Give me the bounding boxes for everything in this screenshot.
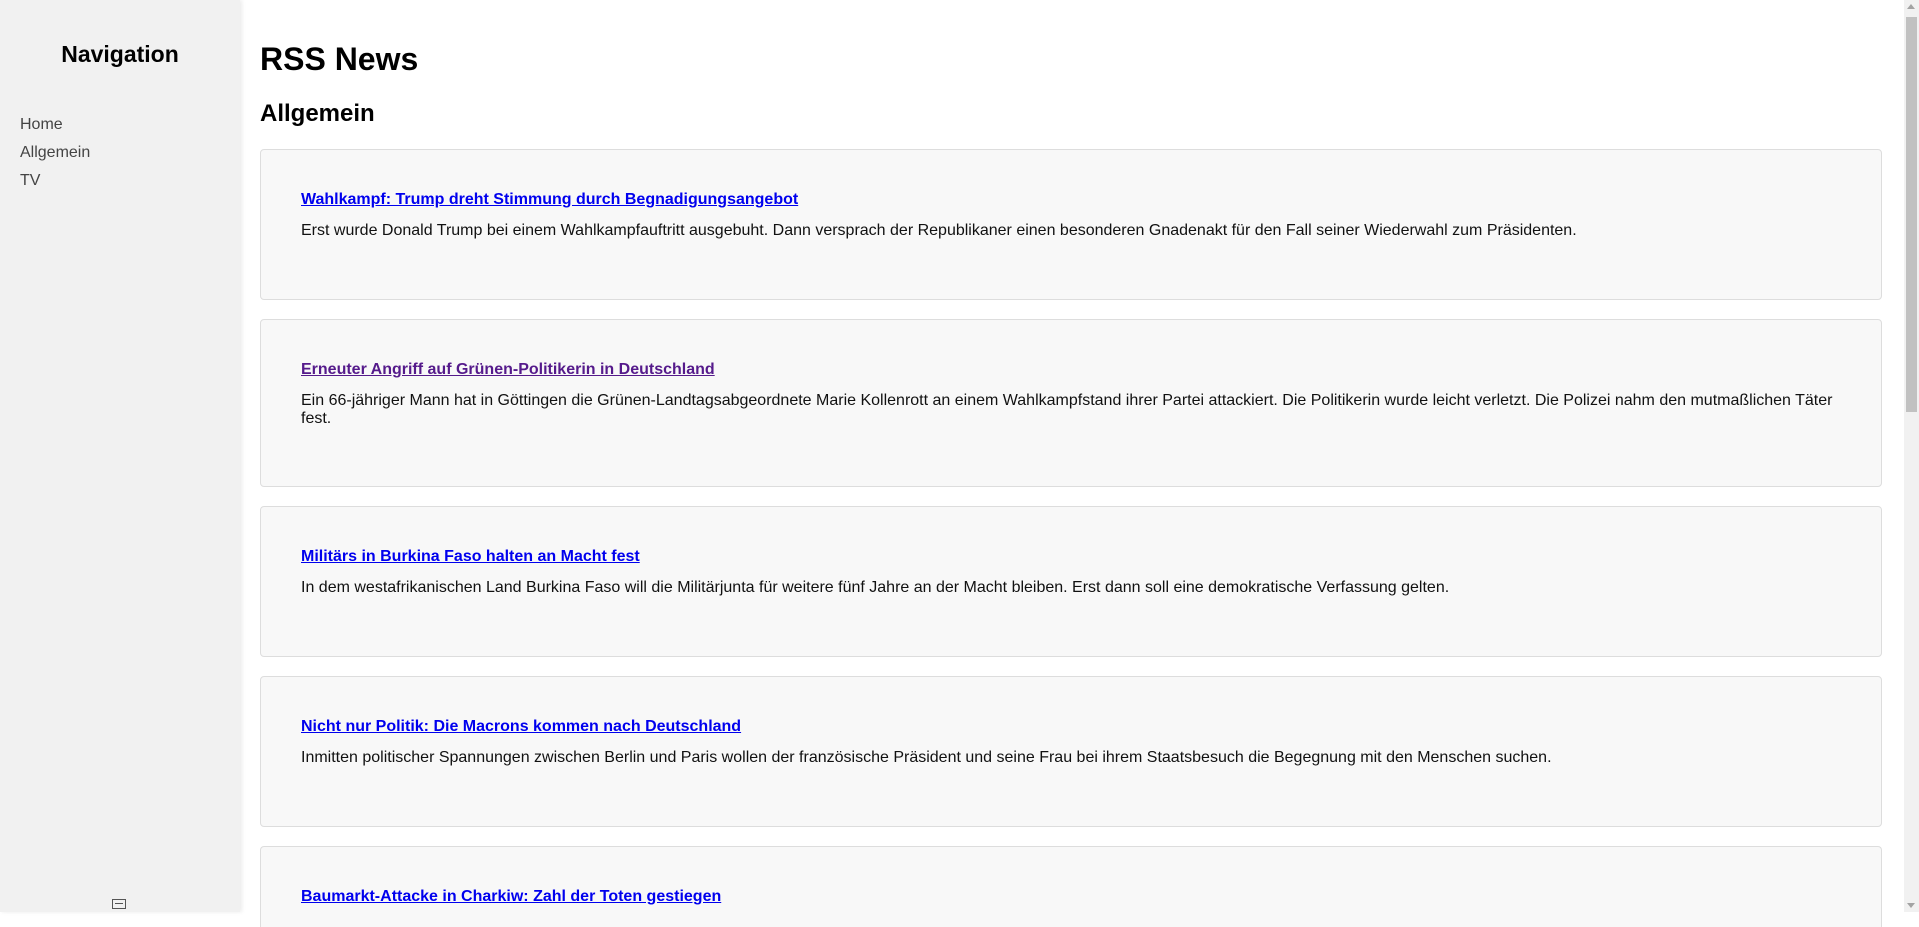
article-link[interactable]: Baumarkt-Attacke in Charkiw: Zahl der To… bbox=[301, 887, 1841, 907]
vertical-scrollbar[interactable] bbox=[1904, 0, 1919, 912]
article-card: Erneuter Angriff auf Grünen-Politikerin … bbox=[260, 319, 1882, 487]
article-summary: Inmitten politischer Spannungen zwischen… bbox=[301, 749, 1552, 766]
page-title: RSS News bbox=[260, 41, 419, 77]
article-link[interactable]: Nicht nur Politik: Die Macrons kommen na… bbox=[301, 717, 1841, 737]
section-title: Allgemein bbox=[260, 100, 375, 127]
scroll-down-arrow-icon[interactable] bbox=[1907, 903, 1915, 908]
main-content: RSS News Allgemein Wahlkampf: Trump dreh… bbox=[260, 0, 1884, 927]
nav-item-home[interactable]: Home bbox=[20, 111, 90, 139]
article-card: Wahlkampf: Trump dreht Stimmung durch Be… bbox=[260, 149, 1882, 300]
nav-item-allgemein[interactable]: Allgemein bbox=[20, 139, 90, 167]
article-card: Nicht nur Politik: Die Macrons kommen na… bbox=[260, 676, 1882, 827]
sidebar-title: Navigation bbox=[61, 41, 179, 67]
article-summary: Erst wurde Donald Trump bei einem Wahlka… bbox=[301, 222, 1577, 239]
article-link[interactable]: Militärs in Burkina Faso halten an Macht… bbox=[301, 547, 1841, 567]
article-card: Baumarkt-Attacke in Charkiw: Zahl der To… bbox=[260, 846, 1882, 927]
message-icon[interactable] bbox=[112, 899, 126, 909]
nav-list: Home Allgemein TV bbox=[20, 111, 90, 195]
article-link[interactable]: Wahlkampf: Trump dreht Stimmung durch Be… bbox=[301, 190, 1841, 210]
article-card: Militärs in Burkina Faso halten an Macht… bbox=[260, 506, 1882, 657]
scrollbar-thumb[interactable] bbox=[1906, 17, 1917, 412]
article-summary: Ein 66-jähriger Mann hat in Göttingen di… bbox=[301, 392, 1833, 427]
scroll-up-arrow-icon[interactable] bbox=[1907, 4, 1915, 9]
sidebar: Navigation Home Allgemein TV bbox=[0, 0, 240, 912]
nav-item-tv[interactable]: TV bbox=[20, 167, 90, 195]
article-link[interactable]: Erneuter Angriff auf Grünen-Politikerin … bbox=[301, 360, 1841, 380]
article-summary: In dem westafrikanischen Land Burkina Fa… bbox=[301, 579, 1450, 596]
